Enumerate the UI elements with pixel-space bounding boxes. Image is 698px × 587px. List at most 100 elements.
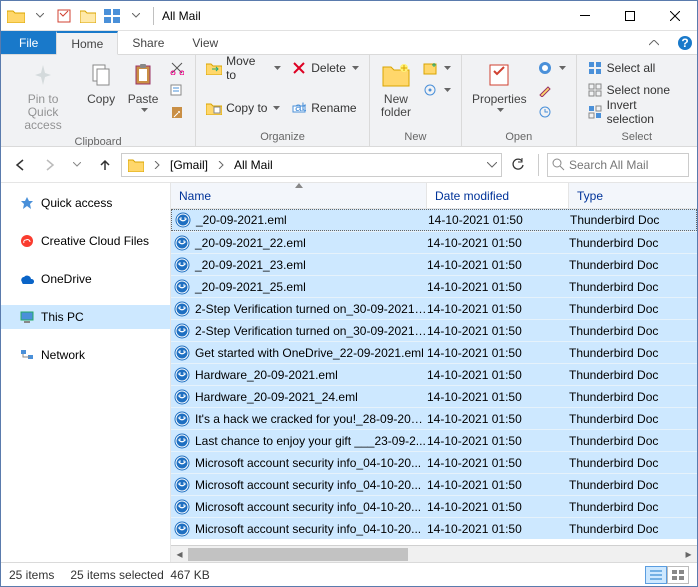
details-view-button[interactable] [645, 566, 667, 584]
col-type[interactable]: Type [569, 183, 697, 208]
qat-dropdown-icon[interactable] [29, 5, 51, 27]
copy-path-button[interactable] [165, 79, 189, 101]
paste-button[interactable]: Paste [123, 57, 163, 114]
horizontal-scrollbar[interactable]: ◂ ▸ [171, 545, 697, 562]
properties-icon[interactable] [53, 5, 75, 27]
minimize-button[interactable] [562, 1, 607, 30]
refresh-button[interactable] [506, 153, 530, 177]
invert-selection-icon [587, 104, 603, 120]
crumb-all-mail[interactable]: All Mail [230, 154, 277, 176]
file-name: Microsoft account security info_04-10-20… [191, 478, 427, 492]
invert-selection-button[interactable]: Invert selection [583, 101, 691, 123]
table-row[interactable]: Microsoft account security info_04-10-20… [171, 473, 697, 495]
table-row[interactable]: Hardware_20-09-2021.eml14-10-2021 01:50T… [171, 363, 697, 385]
scroll-thumb[interactable] [188, 548, 408, 561]
properties-button[interactable]: Properties [468, 57, 531, 114]
properties-icon [483, 59, 515, 91]
view-icon[interactable] [101, 5, 123, 27]
close-button[interactable] [652, 1, 697, 30]
nav-onedrive[interactable]: OneDrive [1, 267, 170, 291]
col-date[interactable]: Date modified [427, 183, 569, 208]
title-separator [153, 7, 154, 25]
table-row[interactable]: It's a hack we cracked for you!_28-09-20… [171, 407, 697, 429]
new-item-button[interactable] [418, 57, 455, 79]
chevron-down-icon [497, 108, 504, 112]
edit-button[interactable] [533, 79, 570, 101]
table-row[interactable]: 2-Step Verification turned on_30-09-2021… [171, 319, 697, 341]
copy-to-button[interactable]: Copy to [202, 97, 285, 119]
folder-icon[interactable] [124, 154, 148, 176]
table-row[interactable]: Last chance to enjoy your gift ___23-09-… [171, 429, 697, 451]
move-to-icon [206, 60, 222, 76]
nav-creative-cloud[interactable]: Creative Cloud Files [1, 229, 170, 253]
crumb-gmail[interactable]: [Gmail] [166, 154, 212, 176]
up-button[interactable] [93, 153, 117, 177]
recent-locations-button[interactable] [65, 153, 89, 177]
tab-home[interactable]: Home [56, 31, 118, 55]
table-row[interactable]: Microsoft account security info_04-10-20… [171, 495, 697, 517]
copy-button[interactable]: Copy [81, 57, 121, 108]
history-dropdown-icon[interactable] [485, 162, 499, 168]
help-icon[interactable]: ? [673, 31, 697, 54]
open-button[interactable] [533, 57, 570, 79]
table-row[interactable]: Hardware_20-09-2021_24.eml14-10-2021 01:… [171, 385, 697, 407]
breadcrumb[interactable]: [Gmail] All Mail [121, 153, 502, 177]
window-controls [562, 1, 697, 30]
select-all-button[interactable]: Select all [583, 57, 691, 79]
table-row[interactable]: _20-09-2021_25.eml14-10-2021 01:50Thunde… [171, 275, 697, 297]
history-button[interactable] [533, 101, 570, 123]
forward-button[interactable] [37, 153, 61, 177]
nav-this-pc[interactable]: This PC [1, 305, 170, 329]
qat-view-dropdown-icon[interactable] [125, 5, 147, 27]
back-button[interactable] [9, 153, 33, 177]
file-date: 14-10-2021 01:50 [427, 478, 569, 492]
folder-icon[interactable] [5, 5, 27, 27]
copy-path-icon [169, 82, 185, 98]
thunderbird-icon [171, 345, 191, 361]
table-row[interactable]: Get started with OneDrive_22-09-2021.eml… [171, 341, 697, 363]
maximize-button[interactable] [607, 1, 652, 30]
search-icon [552, 158, 565, 171]
tab-view[interactable]: View [178, 31, 232, 54]
nav-quick-access[interactable]: Quick access [1, 191, 170, 215]
file-type: Thunderbird Doc [569, 280, 697, 294]
tab-share[interactable]: Share [118, 31, 178, 54]
pin-to-quick-access-button[interactable]: Pin to Quick access [7, 57, 79, 135]
new-folder-icon[interactable] [77, 5, 99, 27]
file-type: Thunderbird Doc [569, 478, 697, 492]
move-to-button[interactable]: Move to [202, 57, 285, 79]
scroll-left-icon[interactable]: ◂ [171, 546, 188, 563]
table-row[interactable]: Microsoft account security info_04-10-20… [171, 451, 697, 473]
rename-button[interactable]: ab Rename [287, 97, 363, 119]
table-row[interactable]: 2-Step Verification turned on_30-09-2021… [171, 297, 697, 319]
easy-access-button[interactable] [418, 79, 455, 101]
column-headers: Name Date modified Type [171, 183, 697, 209]
search-input[interactable]: Search All Mail [547, 153, 689, 177]
nav-network[interactable]: Network [1, 343, 170, 367]
table-row[interactable]: _20-09-2021.eml14-10-2021 01:50Thunderbi… [171, 209, 697, 231]
scroll-right-icon[interactable]: ▸ [680, 546, 697, 563]
thumbnails-view-button[interactable] [667, 566, 689, 584]
col-name[interactable]: Name [171, 183, 427, 208]
svg-text:?: ? [681, 36, 688, 50]
paste-shortcut-button[interactable] [165, 101, 189, 123]
creative-cloud-icon [19, 233, 35, 249]
chevron-right-icon[interactable] [214, 161, 228, 169]
table-row[interactable]: Microsoft account security info_04-10-20… [171, 517, 697, 539]
thunderbird-icon [171, 433, 191, 449]
file-date: 14-10-2021 01:50 [427, 258, 569, 272]
chevron-down-icon [274, 66, 281, 70]
collapse-ribbon-icon[interactable] [635, 31, 673, 54]
delete-button[interactable]: Delete [287, 57, 363, 79]
chevron-down-icon [273, 106, 280, 110]
chevron-down-icon [352, 66, 359, 70]
titlebar: All Mail [1, 1, 697, 31]
chevron-right-icon[interactable] [150, 161, 164, 169]
window-title: All Mail [160, 9, 201, 23]
tab-file[interactable]: File [1, 31, 56, 54]
file-type: Thunderbird Doc [569, 456, 697, 470]
new-folder-button[interactable]: New folder [376, 57, 416, 121]
table-row[interactable]: _20-09-2021_22.eml14-10-2021 01:50Thunde… [171, 231, 697, 253]
table-row[interactable]: _20-09-2021_23.eml14-10-2021 01:50Thunde… [171, 253, 697, 275]
cut-button[interactable] [165, 57, 189, 79]
